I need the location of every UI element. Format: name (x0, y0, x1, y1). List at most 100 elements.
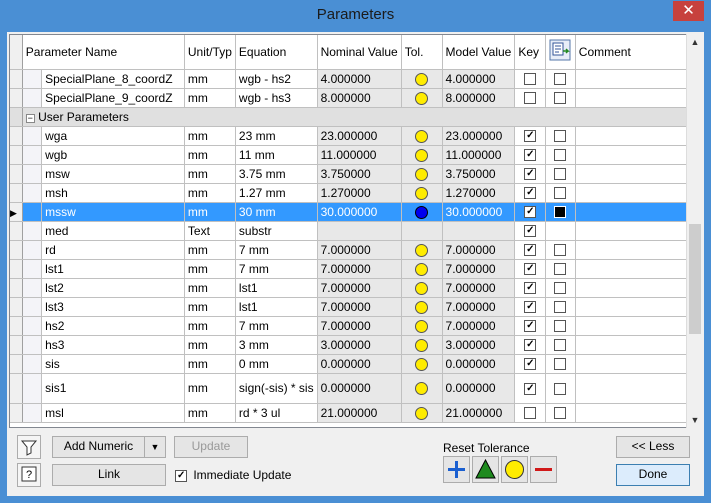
row-header[interactable] (10, 278, 23, 298)
col-equation[interactable]: Equation (235, 35, 318, 70)
param-export[interactable] (545, 259, 576, 279)
param-equation[interactable]: 3 mm (235, 335, 318, 355)
param-name[interactable]: SpecialPlane_9_coordZ (41, 88, 185, 108)
param-key[interactable] (514, 69, 546, 89)
param-comment[interactable] (575, 403, 696, 423)
key-checkbox[interactable] (524, 92, 537, 105)
col-nominal-value[interactable]: Nominal Value (317, 35, 402, 70)
param-name[interactable]: rd (41, 240, 185, 260)
export-checkbox[interactable] (554, 168, 567, 181)
table-row[interactable]: lst3 mm lst1 7.000000 7.000000 (10, 297, 696, 317)
key-checkbox[interactable] (524, 73, 537, 86)
group-label[interactable]: − User Parameters (22, 107, 696, 127)
col-tolerance[interactable]: Tol. (401, 35, 443, 70)
param-equation[interactable]: 30 mm (235, 202, 318, 222)
param-name[interactable]: sis1 (41, 373, 185, 404)
param-unit[interactable]: mm (184, 202, 236, 222)
param-tolerance[interactable] (401, 221, 443, 241)
param-comment[interactable] (575, 354, 696, 374)
tolerance-indicator-icon[interactable] (415, 319, 429, 333)
key-checkbox[interactable] (524, 320, 537, 333)
table-row[interactable]: SpecialPlane_8_coordZ mm wgb - hs2 4.000… (10, 69, 696, 89)
param-tolerance[interactable] (401, 183, 443, 203)
param-unit[interactable]: mm (184, 88, 236, 108)
param-name[interactable]: lst2 (41, 278, 185, 298)
col-export[interactable] (545, 35, 576, 70)
nominal-tolerance-button[interactable] (472, 456, 499, 483)
tolerance-indicator-icon[interactable] (415, 406, 429, 420)
param-key[interactable] (514, 403, 546, 423)
table-row[interactable]: sis mm 0 mm 0.000000 0.000000 (10, 354, 696, 374)
export-checkbox[interactable] (554, 320, 567, 333)
export-checkbox[interactable] (554, 187, 567, 200)
col-unit[interactable]: Unit/Typ (184, 35, 236, 70)
param-key[interactable] (514, 126, 546, 146)
param-equation[interactable]: lst1 (235, 297, 318, 317)
key-checkbox[interactable] (524, 407, 537, 420)
add-numeric-button[interactable]: Add Numeric (52, 436, 145, 458)
export-checkbox[interactable] (554, 149, 567, 162)
param-name[interactable]: msh (41, 183, 185, 203)
param-key[interactable] (514, 297, 546, 317)
param-export[interactable] (545, 145, 576, 165)
param-export[interactable] (545, 183, 576, 203)
add-numeric-dropdown[interactable]: ▼ (144, 436, 166, 458)
tolerance-indicator-icon[interactable] (415, 262, 429, 276)
key-checkbox[interactable] (524, 244, 537, 257)
table-row[interactable]: SpecialPlane_9_coordZ mm wgb - hs3 8.000… (10, 88, 696, 108)
param-tolerance[interactable] (401, 69, 443, 89)
param-unit[interactable]: mm (184, 354, 236, 374)
scroll-up-icon[interactable]: ▲ (687, 34, 703, 50)
param-name[interactable]: SpecialPlane_8_coordZ (41, 69, 185, 89)
param-export[interactable] (545, 316, 576, 336)
tolerance-indicator-icon[interactable] (415, 91, 429, 105)
param-comment[interactable] (575, 164, 696, 184)
param-equation[interactable]: wgb - hs3 (235, 88, 318, 108)
param-unit[interactable]: mm (184, 126, 236, 146)
param-equation[interactable]: 7 mm (235, 240, 318, 260)
group-row[interactable]: − User Parameters (10, 107, 696, 127)
row-header[interactable] (10, 335, 23, 355)
param-unit[interactable]: mm (184, 145, 236, 165)
upper-tolerance-button[interactable] (443, 456, 470, 483)
param-key[interactable] (514, 183, 546, 203)
help-button[interactable]: ? (17, 463, 41, 487)
param-equation[interactable]: substr (235, 221, 318, 241)
row-header[interactable] (10, 164, 23, 184)
row-header[interactable] (10, 69, 23, 89)
row-header[interactable] (10, 183, 23, 203)
title-bar[interactable]: Parameters ✕ (0, 0, 711, 32)
export-checkbox[interactable] (554, 358, 567, 371)
tolerance-indicator-icon[interactable] (415, 72, 429, 86)
update-button[interactable]: Update (174, 436, 248, 458)
param-tolerance[interactable] (401, 403, 443, 423)
key-checkbox[interactable] (524, 225, 537, 238)
param-unit[interactable]: mm (184, 164, 236, 184)
tolerance-indicator-icon[interactable] (415, 129, 429, 143)
param-export[interactable] (545, 403, 576, 423)
param-tolerance[interactable] (401, 335, 443, 355)
table-row[interactable]: wgb mm 11 mm 11.000000 11.000000 (10, 145, 696, 165)
export-checkbox[interactable] (554, 244, 567, 257)
param-unit[interactable]: mm (184, 69, 236, 89)
param-tolerance[interactable] (401, 259, 443, 279)
col-key[interactable]: Key (514, 35, 546, 70)
param-name[interactable]: lst3 (41, 297, 185, 317)
param-name[interactable]: msw (41, 164, 185, 184)
param-comment[interactable] (575, 202, 696, 222)
param-tolerance[interactable] (401, 202, 443, 222)
param-name[interactable]: sis (41, 354, 185, 374)
param-unit[interactable]: Text (184, 221, 236, 241)
param-equation[interactable]: wgb - hs2 (235, 69, 318, 89)
param-unit[interactable]: mm (184, 259, 236, 279)
param-unit[interactable]: mm (184, 278, 236, 298)
col-comment[interactable]: Comment (575, 35, 696, 70)
param-unit[interactable]: mm (184, 240, 236, 260)
param-equation[interactable]: 11 mm (235, 145, 318, 165)
param-export[interactable] (545, 88, 576, 108)
param-unit[interactable]: mm (184, 403, 236, 423)
param-equation[interactable]: 23 mm (235, 126, 318, 146)
param-unit[interactable]: mm (184, 373, 236, 404)
param-equation[interactable]: rd * 3 ul (235, 403, 318, 423)
row-header[interactable] (10, 316, 23, 336)
